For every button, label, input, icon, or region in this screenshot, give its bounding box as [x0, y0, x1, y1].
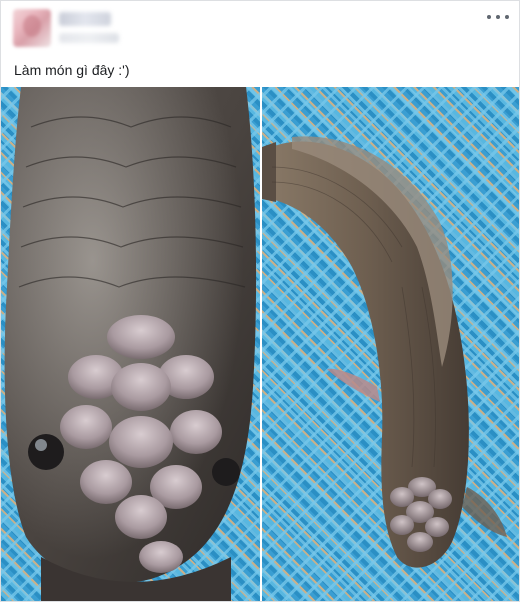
facebook-post: Làm món gì đây :'): [0, 0, 520, 602]
more-horizontal-icon: [487, 15, 491, 19]
post-text: Làm món gì đây :'): [14, 62, 130, 78]
fish-body-illustration: [262, 136, 507, 568]
avatar[interactable]: [13, 9, 51, 47]
fish-head-closeup-illustration: [4, 87, 257, 601]
post-header: [1, 1, 519, 55]
photo-grid: [1, 87, 519, 601]
more-options-button[interactable]: [487, 9, 509, 25]
photo-right[interactable]: [262, 87, 519, 601]
photo-left[interactable]: [1, 87, 260, 601]
author-name-redacted[interactable]: [59, 12, 111, 26]
post-meta-redacted: [59, 33, 119, 43]
